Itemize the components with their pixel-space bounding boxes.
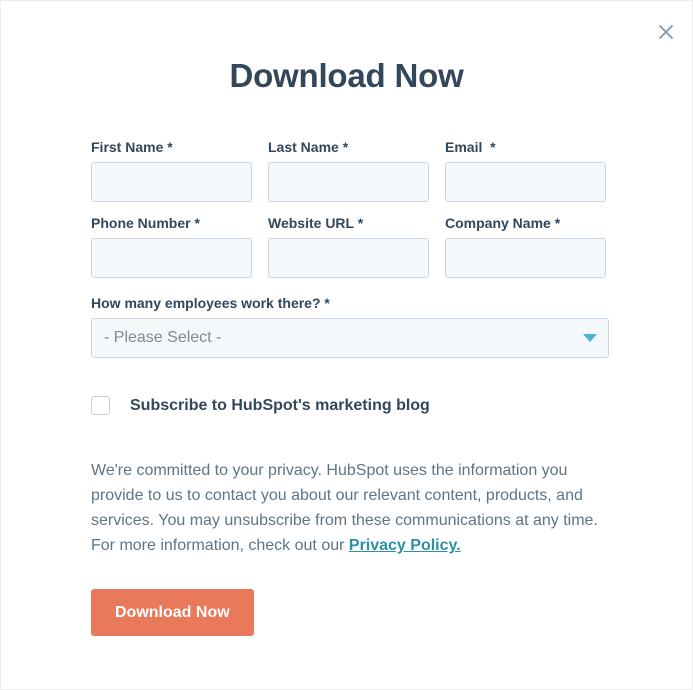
label-employee-count: How many employees work there? * bbox=[91, 295, 330, 311]
field-website-url: Website URL * bbox=[268, 214, 429, 278]
privacy-policy-link[interactable]: Privacy Policy. bbox=[349, 537, 461, 554]
label-first-name: First Name * bbox=[91, 139, 173, 155]
label-email: Email * bbox=[445, 139, 496, 155]
privacy-notice-text: We're committed to your privacy. HubSpot… bbox=[91, 462, 598, 554]
employee-count-select[interactable]: - Please Select - bbox=[91, 318, 609, 358]
label-website-url: Website URL * bbox=[268, 215, 364, 231]
form-row-2: Phone Number * Website URL * Company Nam… bbox=[1, 214, 692, 278]
company-name-input[interactable] bbox=[445, 238, 606, 278]
privacy-notice: We're committed to your privacy. HubSpot… bbox=[1, 458, 692, 558]
field-email: Email * bbox=[445, 138, 606, 202]
phone-number-input[interactable] bbox=[91, 238, 252, 278]
field-company-name: Company Name * bbox=[445, 214, 606, 278]
form-row-1: First Name * Last Name * Email * bbox=[1, 138, 692, 202]
field-first-name: First Name * bbox=[91, 138, 252, 202]
subscribe-checkbox[interactable] bbox=[91, 396, 110, 415]
employee-count-selected-value: - Please Select - bbox=[104, 329, 222, 346]
download-modal: Download Now First Name * Last Name * Em… bbox=[0, 0, 693, 690]
label-company-name: Company Name * bbox=[445, 215, 561, 231]
field-employee-count: How many employees work there? * - Pleas… bbox=[1, 294, 692, 358]
close-icon[interactable] bbox=[650, 16, 682, 48]
field-phone-number: Phone Number * bbox=[91, 214, 252, 278]
download-now-button[interactable]: Download Now bbox=[91, 589, 254, 636]
last-name-input[interactable] bbox=[268, 162, 429, 202]
employee-count-select-wrap: - Please Select - bbox=[91, 318, 609, 358]
subscribe-checkbox-row: Subscribe to HubSpot's marketing blog bbox=[1, 396, 692, 415]
submit-row: Download Now bbox=[1, 589, 692, 636]
download-form: First Name * Last Name * Email * Phone N… bbox=[1, 138, 692, 636]
field-last-name: Last Name * bbox=[268, 138, 429, 202]
website-url-input[interactable] bbox=[268, 238, 429, 278]
label-last-name: Last Name * bbox=[268, 139, 349, 155]
subscribe-checkbox-label[interactable]: Subscribe to HubSpot's marketing blog bbox=[130, 397, 430, 415]
label-phone-number: Phone Number * bbox=[91, 215, 200, 231]
email-input[interactable] bbox=[445, 162, 606, 202]
close-icon-glyph bbox=[658, 24, 674, 40]
page-title: Download Now bbox=[229, 57, 464, 94]
first-name-input[interactable] bbox=[91, 162, 252, 202]
